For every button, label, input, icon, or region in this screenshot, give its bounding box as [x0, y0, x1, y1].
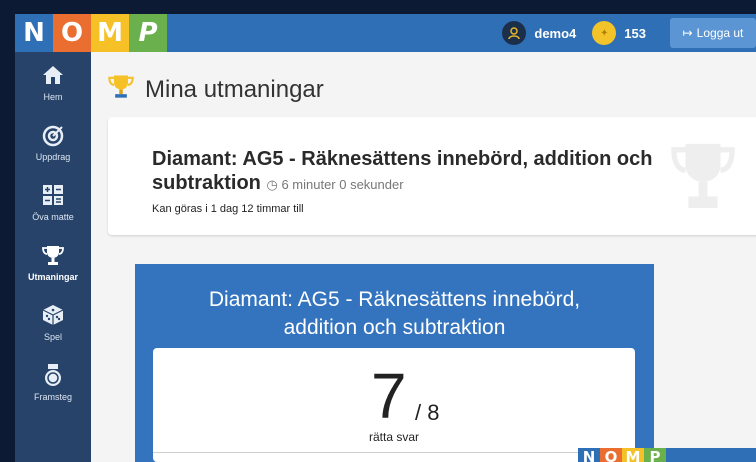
sidebar-item-spel[interactable]: Spel — [15, 292, 91, 352]
sign-out-icon: ↦ — [682, 26, 693, 40]
score-box: 7 / 8 rätta svar — [153, 348, 635, 462]
mini-logo-letter-o: O — [600, 448, 622, 462]
mini-logo-letter-p: P — [644, 448, 666, 462]
score-total: / 8 — [415, 400, 440, 425]
username[interactable]: demo4 — [534, 26, 576, 41]
challenge-duration-text: 6 minuter 0 sekunder — [281, 177, 404, 192]
dice-icon — [40, 302, 66, 328]
score-label: rätta svar — [368, 430, 419, 444]
trophy-icon — [40, 242, 66, 268]
result-title-line2: addition och subtraktion — [283, 316, 506, 339]
top-bar: N O M P demo4 ✦ 153 ↦ Logga ut — [15, 14, 756, 52]
result-title: Diamant: AG5 - Räknesättens innebörd, ad… — [135, 286, 654, 342]
target-icon — [40, 122, 66, 148]
sidebar-item-hem[interactable]: Hem — [15, 52, 91, 112]
sidebar-item-ova-matte[interactable]: Öva matte — [15, 172, 91, 232]
nomp-logo[interactable]: N O M P — [15, 14, 167, 52]
score-value: 7 — [371, 360, 407, 432]
sidebar-item-label: Utmaningar — [27, 272, 78, 282]
challenge-availability: Kan göras i 1 dag 12 timmar till — [152, 203, 304, 215]
coin-count: 153 — [624, 25, 646, 41]
trophy-icon — [107, 72, 135, 107]
mini-nomp-logo: N O M P — [578, 448, 756, 462]
logo-letter-n: N — [15, 14, 53, 52]
sidebar-item-label: Öva matte — [32, 212, 74, 222]
mini-logo-letter-n: N — [578, 448, 600, 462]
logo-letter-m: M — [91, 14, 129, 52]
sidebar-item-uppdrag[interactable]: Uppdrag — [15, 112, 91, 172]
sidebar: Hem Uppdrag Öva matte Utmaningar Spel Fr… — [15, 52, 91, 462]
divider — [153, 452, 635, 453]
user-icon — [502, 21, 527, 45]
mini-logo-letter-m: M — [622, 448, 644, 462]
sidebar-item-label: Framsteg — [33, 392, 72, 402]
challenge-duration: ◷ 6 minuter 0 sekunder — [266, 177, 403, 192]
challenge-title: Diamant: AG5 - Räknesättens innebörd, ad… — [152, 147, 672, 197]
result-title-line1: Diamant: AG5 - Räknesättens innebörd, — [208, 288, 581, 311]
trophy-icon — [668, 137, 738, 220]
result-panel: Diamant: AG5 - Räknesättens innebörd, ad… — [135, 264, 654, 462]
coin-icon: ✦ — [592, 21, 617, 45]
home-icon — [40, 62, 66, 88]
user-area: demo4 ✦ 153 — [502, 14, 646, 52]
sidebar-item-framsteg[interactable]: Framsteg — [15, 352, 91, 412]
logo-letter-p: P — [129, 14, 167, 52]
logout-label: Logga ut — [696, 26, 744, 40]
sidebar-item-label: Spel — [43, 332, 62, 342]
sidebar-item-utmaningar[interactable]: Utmaningar — [15, 232, 91, 292]
page-title: Mina utmaningar — [107, 72, 324, 107]
sidebar-item-label: Hem — [43, 92, 63, 102]
challenge-card[interactable]: Diamant: AG5 - Räknesättens innebörd, ad… — [108, 117, 756, 235]
logo-letter-o: O — [53, 14, 91, 52]
calculator-icon — [40, 182, 66, 208]
page-title-text: Mina utmaningar — [145, 75, 324, 103]
logout-button[interactable]: ↦ Logga ut — [670, 18, 756, 48]
sidebar-item-label: Uppdrag — [35, 152, 71, 162]
medal-icon — [40, 362, 66, 388]
clock-icon: ◷ — [266, 177, 282, 192]
